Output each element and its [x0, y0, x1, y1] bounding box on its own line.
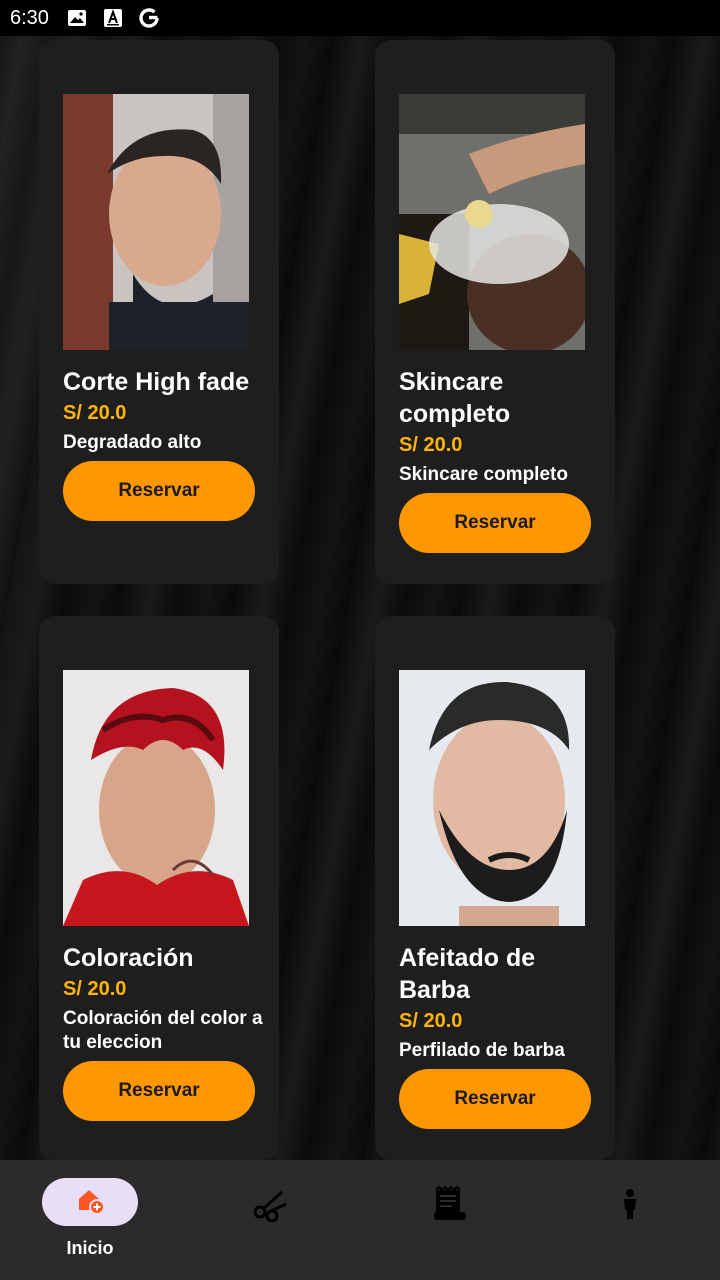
service-image: [63, 94, 249, 350]
nav-item-receipt[interactable]: [360, 1160, 540, 1280]
scissors-icon: [250, 1184, 290, 1224]
reserve-button[interactable]: Reservar: [63, 1061, 255, 1121]
reserve-button[interactable]: Reservar: [399, 493, 591, 553]
nav-label: Inicio: [66, 1238, 114, 1258]
service-title: Skincare completo: [399, 368, 511, 428]
receipt-icon: [430, 1184, 470, 1224]
service-price: S/ 20.0: [399, 434, 463, 456]
service-card: Coloración S/ 20.0 Coloración del color …: [39, 616, 279, 1160]
service-price: S/ 20.0: [63, 402, 127, 424]
reserve-button[interactable]: Reservar: [63, 461, 255, 521]
service-title: Afeitado de Barba: [399, 944, 536, 1004]
service-description: Degradado alto: [63, 432, 202, 453]
service-title: Coloración: [63, 944, 194, 972]
service-price: S/ 20.0: [399, 1010, 463, 1032]
image-icon: [65, 6, 89, 30]
service-card: Skincare completo S/ 20.0 Skincare compl…: [375, 40, 615, 584]
service-price: S/ 20.0: [63, 978, 127, 1000]
home-add-icon: [75, 1185, 105, 1220]
google-g-icon: [137, 6, 161, 30]
status-bar: 6:30: [0, 0, 720, 36]
nav-item-profile[interactable]: [540, 1160, 720, 1280]
nav-item-inicio[interactable]: Inicio: [0, 1160, 180, 1280]
service-image: [399, 94, 585, 350]
services-grid: Corte High fade S/ 20.0 Degradado alto R…: [0, 36, 720, 1160]
reserve-button[interactable]: Reservar: [399, 1069, 591, 1129]
status-time: 6:30: [10, 6, 49, 29]
service-image: [63, 670, 249, 926]
service-title: Corte High fade: [63, 368, 250, 396]
app-screen: 6:30 Corte High fade S/ 20.0 Degradado a…: [0, 0, 720, 1280]
bottom-navigation: Inicio: [0, 1160, 720, 1280]
service-description: Coloración del color a tu eleccion: [63, 1008, 263, 1053]
text-a-icon: [101, 6, 125, 30]
nav-active-indicator: [42, 1178, 138, 1226]
service-card: Corte High fade S/ 20.0 Degradado alto R…: [39, 40, 279, 584]
service-description: Skincare completo: [399, 464, 568, 485]
service-description: Perfilado de barba: [399, 1040, 565, 1061]
service-card: Afeitado de Barba S/ 20.0 Perfilado de b…: [375, 616, 615, 1160]
service-image: [399, 670, 585, 926]
person-icon: [610, 1184, 650, 1224]
nav-item-scissors[interactable]: [180, 1160, 360, 1280]
